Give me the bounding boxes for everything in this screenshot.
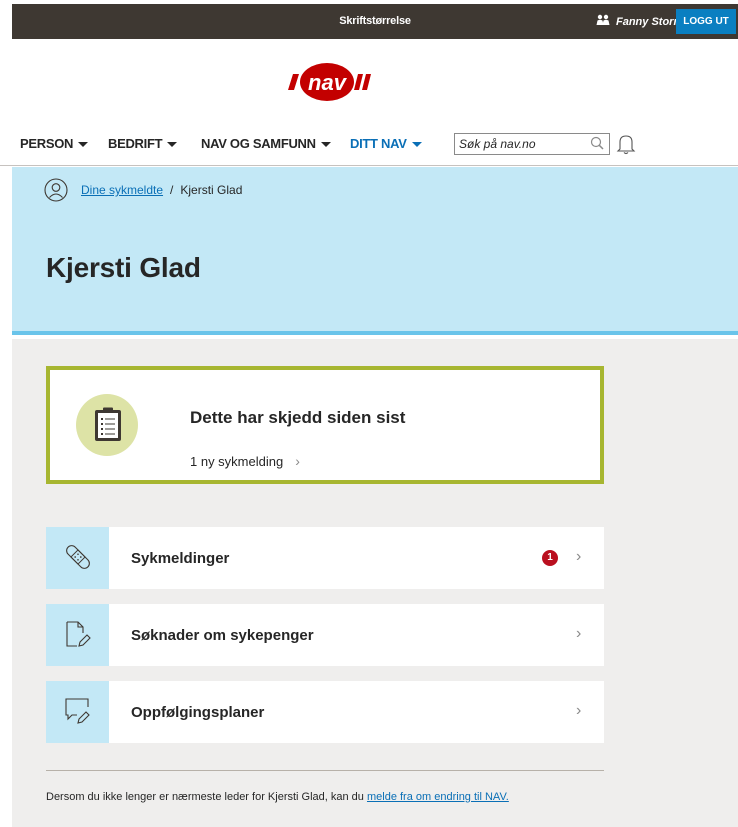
notification-badge: 1 xyxy=(542,550,558,566)
new-sykmelding-link[interactable]: 1 ny sykmelding › xyxy=(190,453,300,469)
chevron-right-icon: › xyxy=(576,548,582,565)
caret-down-icon xyxy=(320,141,331,147)
logout-button[interactable]: LOGG UT xyxy=(676,9,736,34)
main-navigation: PERSON BEDRIFT NAV OG SAMFUNN DITT NAV xyxy=(0,124,738,166)
caret-down-icon xyxy=(78,141,89,147)
chevron-right-icon: › xyxy=(576,625,582,642)
main-content: Dette har skjedd siden sist 1 ny sykmeld… xyxy=(12,339,738,827)
search-input[interactable] xyxy=(459,136,583,152)
person-icon xyxy=(44,178,68,202)
caret-down-icon xyxy=(411,141,422,147)
row-icon-box xyxy=(46,681,109,743)
row-label: Sykmeldinger xyxy=(131,550,230,567)
breadcrumb-current: Kjersti Glad xyxy=(180,183,243,197)
row-icon-box xyxy=(46,604,109,666)
oppfolgingsplaner-row[interactable]: Oppfølgingsplaner › xyxy=(46,681,604,743)
chevron-right-icon: › xyxy=(576,702,582,719)
nav-bedrift[interactable]: BEDRIFT xyxy=(108,136,178,151)
soknader-row[interactable]: Søknader om sykepenger › xyxy=(46,604,604,666)
footer-text: Dersom du ikke lenger er nærmeste leder … xyxy=(46,791,364,803)
nav-ditt-nav-label: DITT NAV xyxy=(350,136,407,151)
chevron-right-icon: › xyxy=(295,453,300,469)
breadcrumb: Dine sykmeldte / Kjersti Glad xyxy=(44,178,242,202)
breadcrumb-separator: / xyxy=(170,183,174,197)
news-item-label: 1 ny sykmelding xyxy=(190,453,284,469)
clipboard-icon xyxy=(95,407,121,441)
news-card: Dette har skjedd siden sist 1 ny sykmeld… xyxy=(46,366,604,484)
caret-down-icon xyxy=(167,141,178,147)
report-change-link[interactable]: melde fra om endring til NAV. xyxy=(367,791,509,803)
sykmeldinger-row[interactable]: Sykmeldinger 1 › xyxy=(46,527,604,589)
nav-logo[interactable]: nav xyxy=(283,60,377,104)
search-box xyxy=(454,133,610,155)
page-title: Kjersti Glad xyxy=(46,252,201,283)
nav-person-label: PERSON xyxy=(20,136,74,151)
breadcrumb-dine-sykmeldte-link[interactable]: Dine sykmeldte xyxy=(81,183,163,197)
user-menu[interactable]: Fanny Storm xyxy=(596,14,683,29)
users-icon xyxy=(596,14,610,29)
logo-text: nav xyxy=(308,70,348,95)
row-label: Oppfølgingsplaner xyxy=(131,704,265,721)
page-header: Dine sykmeldte / Kjersti Glad Kjersti Gl… xyxy=(12,167,738,335)
nav-samfunn-label: NAV OG SAMFUNN xyxy=(201,136,316,151)
user-name: Fanny Storm xyxy=(616,15,684,28)
divider xyxy=(46,770,604,771)
nav-bedrift-label: BEDRIFT xyxy=(108,136,163,151)
search-icon[interactable] xyxy=(589,135,607,158)
news-card-title: Dette har skjedd siden sist xyxy=(190,408,406,427)
row-icon-box xyxy=(46,527,109,589)
footer-note: Dersom du ikke lenger er nærmeste leder … xyxy=(46,791,509,803)
bandage-icon xyxy=(66,545,90,569)
chat-edit-icon xyxy=(65,698,90,724)
nav-person[interactable]: PERSON xyxy=(20,136,89,151)
nav-ditt-nav[interactable]: DITT NAV xyxy=(350,136,422,151)
row-label: Søknader om sykepenger xyxy=(131,627,314,644)
document-edit-icon xyxy=(66,621,91,647)
bell-icon[interactable] xyxy=(616,132,636,161)
top-bar: Skriftstørrelse Fanny Storm LOGG UT xyxy=(12,4,738,39)
nav-nav-og-samfunn[interactable]: NAV OG SAMFUNN xyxy=(201,136,331,151)
